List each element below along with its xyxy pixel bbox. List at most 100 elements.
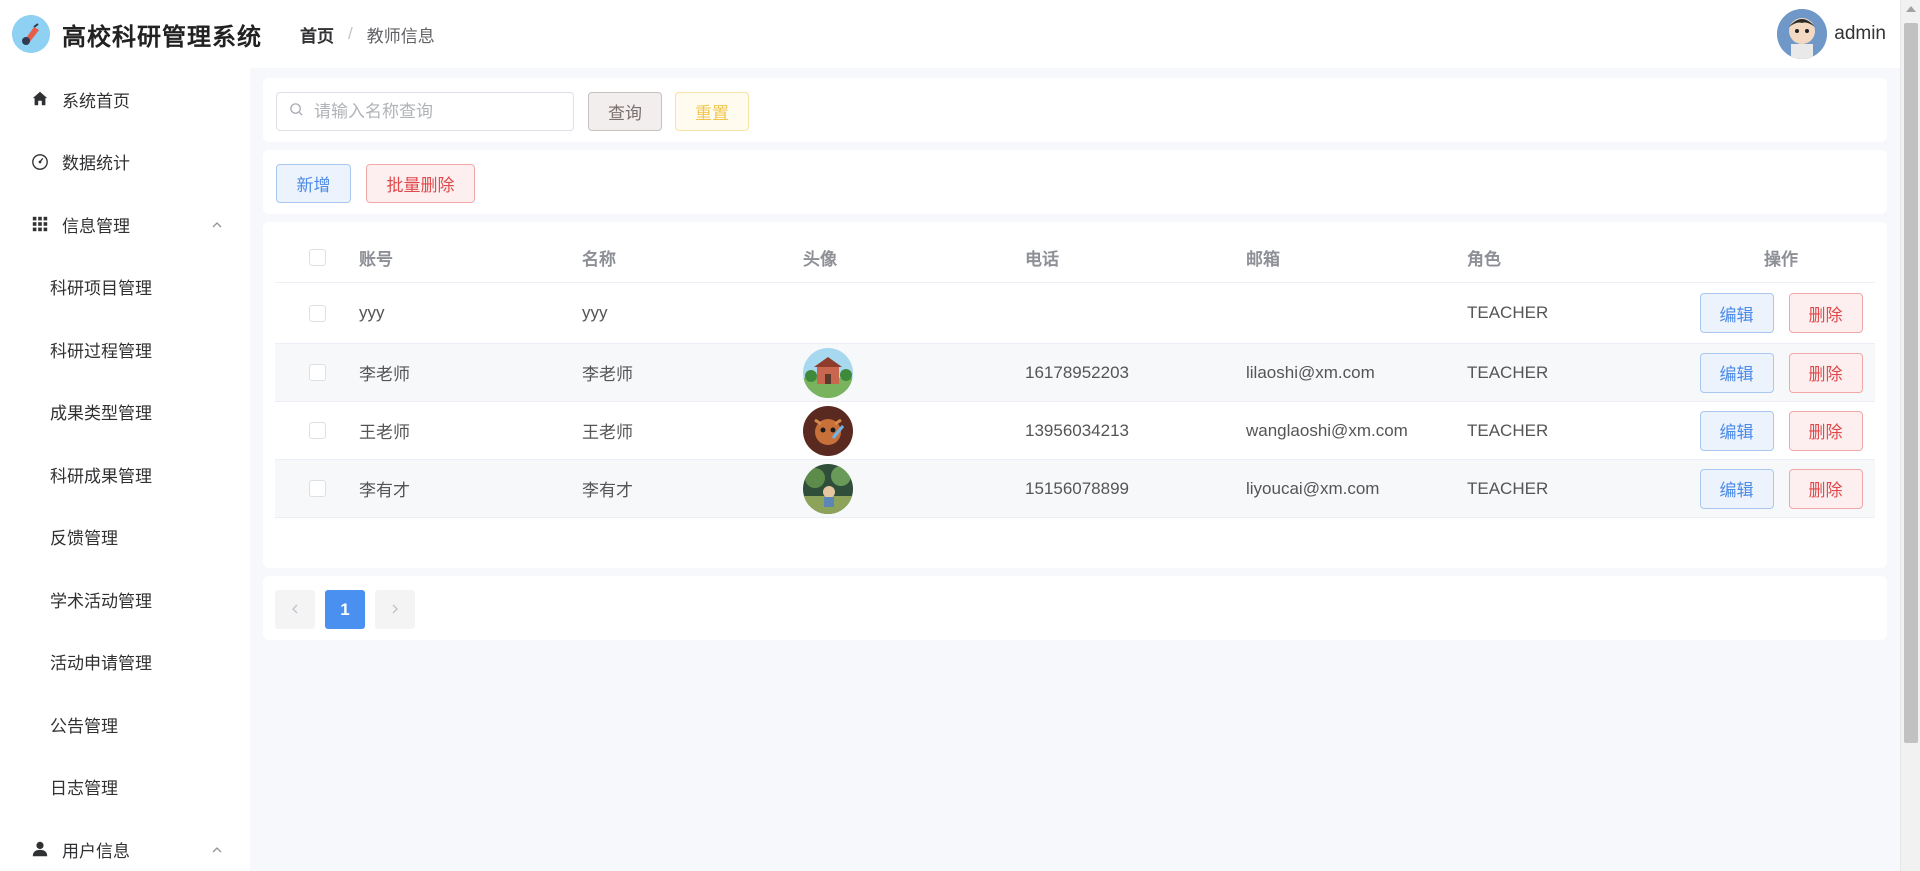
- scrollbar-thumb[interactable]: [1904, 23, 1918, 743]
- sidebar-item-research-results[interactable]: 科研成果管理: [0, 443, 250, 506]
- action-card: 新增 批量删除: [263, 150, 1887, 214]
- search-icon: [289, 102, 304, 122]
- username: admin: [1834, 23, 1886, 44]
- sidebar-item-statistics[interactable]: 数据统计: [0, 131, 250, 194]
- top-header: 高校科研管理系统 首页 / 教师信息 admin: [0, 0, 1900, 68]
- chevron-left-icon: [289, 600, 301, 620]
- search-card: 查询 重置: [263, 78, 1887, 142]
- pagination-card: 1: [263, 576, 1887, 640]
- next-page-button[interactable]: [375, 590, 415, 629]
- reset-button[interactable]: 重置: [675, 92, 749, 131]
- query-button[interactable]: 查询: [588, 92, 662, 131]
- sidebar-item-label: 科研过程管理: [50, 341, 152, 361]
- cell-email: lilaoshi@xm.com: [1246, 362, 1375, 382]
- sidebar-item-academic-activities[interactable]: 学术活动管理: [0, 568, 250, 631]
- cell-email: liyoucai@xm.com: [1246, 478, 1380, 498]
- breadcrumb-home[interactable]: 首页: [300, 22, 334, 47]
- cell-account: 王老师: [359, 423, 410, 442]
- delete-button[interactable]: 删除: [1788, 468, 1863, 509]
- chevron-up-icon: [210, 842, 224, 856]
- cell-account: yyy: [359, 303, 385, 322]
- delete-button[interactable]: 删除: [1788, 352, 1863, 393]
- column-header: 邮箱: [1246, 249, 1280, 269]
- cell-avatar: [803, 463, 1025, 514]
- sidebar: 系统首页 数据统计 信息管理 科研项目管理 科研过程管理 成果类型管理 科研成果…: [0, 68, 250, 871]
- edit-button[interactable]: 编辑: [1699, 293, 1774, 333]
- sidebar-item-feedback[interactable]: 反馈管理: [0, 506, 250, 569]
- column-header: 头像: [803, 249, 837, 269]
- column-header: 操作: [1764, 249, 1798, 269]
- sidebar-item-label: 系统首页: [62, 91, 130, 111]
- main-content: 查询 重置 新增 批量删除 账号 名称 头像 电话 邮箱 角色 操作 yyy y…: [250, 68, 1900, 871]
- cell-account: 李有才: [359, 481, 410, 500]
- sidebar-item-home[interactable]: 系统首页: [0, 68, 250, 131]
- home-icon: [30, 89, 50, 109]
- sidebar-item-label: 科研项目管理: [50, 279, 152, 299]
- sidebar-item-info-management[interactable]: 信息管理: [0, 193, 250, 256]
- edit-button[interactable]: 编辑: [1699, 410, 1774, 451]
- chevron-up-icon: [210, 217, 224, 231]
- row-checkbox[interactable]: [308, 364, 326, 381]
- chevron-right-icon: [389, 600, 401, 620]
- sidebar-item-announcements[interactable]: 公告管理: [0, 693, 250, 756]
- sidebar-item-user-info[interactable]: 用户信息: [0, 818, 250, 871]
- sidebar-item-research-process[interactable]: 科研过程管理: [0, 318, 250, 381]
- delete-button[interactable]: 删除: [1788, 293, 1863, 333]
- sidebar-item-label: 数据统计: [62, 154, 130, 174]
- breadcrumb: 首页 / 教师信息: [300, 22, 435, 47]
- cell-email: wanglaoshi@xm.com: [1246, 420, 1408, 440]
- sidebar-item-label: 信息管理: [62, 216, 130, 236]
- sidebar-item-label: 公告管理: [50, 716, 118, 736]
- cell-phone: 13956034213: [1025, 420, 1130, 440]
- breadcrumb-current: 教师信息: [366, 26, 435, 46]
- sidebar-item-result-types[interactable]: 成果类型管理: [0, 381, 250, 444]
- delete-button[interactable]: 删除: [1788, 410, 1863, 451]
- add-button[interactable]: 新增: [276, 164, 351, 203]
- row-checkbox[interactable]: [308, 304, 326, 322]
- sidebar-item-research-projects[interactable]: 科研项目管理: [0, 256, 250, 319]
- column-header: 角色: [1467, 249, 1501, 269]
- edit-button[interactable]: 编辑: [1699, 352, 1774, 393]
- table-row: 李有才 李有才 15156078899 liyoucai@xm.com TEAC…: [275, 460, 1875, 518]
- cell-account: 李老师: [359, 365, 410, 384]
- cell-name: 李有才: [582, 481, 633, 500]
- table-row: 王老师 王老师 13956034213 wanglaoshi@xm.com TE…: [275, 402, 1875, 460]
- app-title: 高校科研管理系统: [62, 23, 262, 51]
- search-input[interactable]: [314, 101, 554, 122]
- row-checkbox[interactable]: [308, 480, 326, 497]
- sidebar-item-activity-applications[interactable]: 活动申请管理: [0, 631, 250, 694]
- user-avatar[interactable]: [1777, 9, 1828, 59]
- table-row: 李老师 李老师 16178952203 lilaoshi@xm.com TEAC…: [275, 344, 1875, 402]
- pagination: 1: [275, 590, 425, 629]
- sidebar-item-logs[interactable]: 日志管理: [0, 756, 250, 819]
- scroll-up-arrow-icon[interactable]: [1906, 6, 1916, 12]
- cell-phone: 16178952203: [1025, 362, 1130, 382]
- edit-button[interactable]: 编辑: [1699, 468, 1774, 509]
- cell-role: TEACHER: [1467, 478, 1549, 498]
- page-scrollbar[interactable]: [1900, 0, 1920, 871]
- sidebar-item-label: 学术活动管理: [50, 591, 152, 611]
- school-building-image[interactable]: [803, 347, 853, 398]
- prev-page-button[interactable]: [275, 590, 315, 629]
- dashboard-icon: [30, 152, 50, 172]
- cell-avatar: [803, 347, 1025, 398]
- column-header: 电话: [1025, 249, 1059, 269]
- breadcrumb-separator: /: [348, 24, 353, 43]
- garden-scene-image[interactable]: [803, 463, 853, 514]
- user-icon: [30, 839, 50, 859]
- user-menu[interactable]: admin: [1777, 9, 1886, 59]
- table-row: yyy yyy TEACHER 编辑 删除: [275, 283, 1875, 344]
- teacher-table: 账号 名称 头像 电话 邮箱 角色 操作 yyy yyy TEACHER 编辑 …: [275, 232, 1875, 518]
- select-all-checkbox[interactable]: [308, 248, 326, 266]
- batch-delete-button[interactable]: 批量删除: [366, 164, 475, 203]
- cartoon-character-image[interactable]: [803, 405, 853, 456]
- sidebar-item-label: 成果类型管理: [50, 404, 152, 424]
- search-field[interactable]: [276, 92, 574, 131]
- cell-role: TEACHER: [1467, 303, 1549, 322]
- page-number[interactable]: 1: [325, 590, 365, 629]
- table-card: 账号 名称 头像 电话 邮箱 角色 操作 yyy yyy TEACHER 编辑 …: [263, 222, 1887, 568]
- sidebar-item-label: 日志管理: [50, 779, 118, 799]
- grid-icon: [30, 214, 50, 234]
- row-checkbox[interactable]: [308, 422, 326, 439]
- cell-name: 王老师: [582, 423, 633, 442]
